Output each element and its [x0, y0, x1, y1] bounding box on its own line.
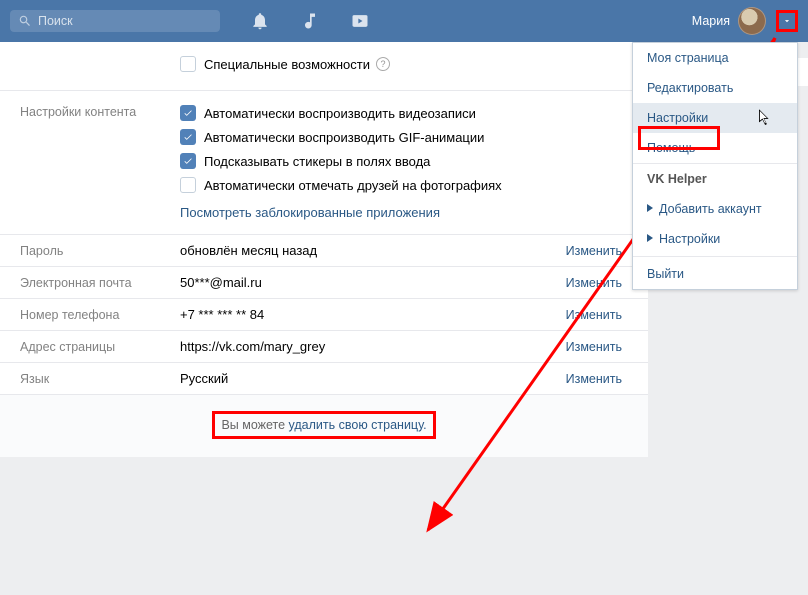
dropdown-help[interactable]: Помощь — [633, 133, 797, 163]
dropdown-add-account-label: Добавить аккаунт — [659, 202, 762, 216]
row-value: Русский — [180, 371, 566, 386]
delete-account-row: Вы можете удалить свою страницу. — [0, 394, 648, 457]
user-dropdown: Моя страница Редактировать Настройки Пом… — [632, 42, 798, 290]
dropdown-helper-title: VK Helper — [633, 163, 797, 194]
settings-row-3: Адрес страницыhttps://vk.com/mary_greyИз… — [0, 331, 648, 362]
content-check-3[interactable]: Автоматически отмечать друзей на фотогра… — [180, 173, 628, 197]
content-check-2[interactable]: Подсказывать стикеры в полях ввода — [180, 149, 628, 173]
avatar — [738, 7, 766, 35]
checkbox-icon — [180, 177, 196, 193]
row-action-link[interactable]: Изменить — [566, 276, 622, 290]
row-value: 50***@mail.ru — [180, 275, 566, 290]
row-value: https://vk.com/mary_grey — [180, 339, 566, 354]
top-icons — [250, 11, 370, 31]
settings-row-2: Номер телефона+7 *** *** ** 84Изменить — [0, 299, 648, 330]
topbar: Мария — [0, 0, 808, 42]
delete-highlight: Вы можете удалить свою страницу. — [212, 411, 435, 439]
dropdown-settings[interactable]: Настройки — [633, 103, 797, 133]
help-icon[interactable]: ? — [376, 57, 390, 71]
settings-row-1: Электронная почта50***@mail.ruИзменить — [0, 267, 648, 298]
checkbox-icon — [180, 56, 196, 72]
dropdown-settings-label: Настройки — [647, 111, 708, 125]
checkbox-icon — [180, 153, 196, 169]
bell-icon[interactable] — [250, 11, 270, 31]
row-label: Язык — [20, 372, 180, 386]
row-action-link[interactable]: Изменить — [566, 244, 622, 258]
dropdown-my-page[interactable]: Моя страница — [633, 43, 797, 73]
row-value: обновлён месяц назад — [180, 243, 566, 258]
check-label: Подсказывать стикеры в полях ввода — [204, 154, 430, 169]
chevron-down-icon — [782, 16, 792, 26]
content-check-1[interactable]: Автоматически воспроизводить GIF-анимаци… — [180, 125, 628, 149]
row-action-link[interactable]: Изменить — [566, 372, 622, 386]
row-value: +7 *** *** ** 84 — [180, 307, 566, 322]
dropdown-add-account[interactable]: Добавить аккаунт — [633, 194, 797, 224]
delete-prefix: Вы можете — [221, 418, 288, 432]
search-input[interactable] — [38, 14, 198, 28]
checkbox-icon — [180, 105, 196, 121]
user-menu-toggle[interactable] — [776, 10, 798, 32]
user-area[interactable]: Мария — [692, 7, 798, 35]
content-check-0[interactable]: Автоматически воспроизводить видеозаписи — [180, 101, 628, 125]
main-column: Специальные возможности ? Настройки конт… — [0, 42, 648, 457]
blocked-apps-link[interactable]: Посмотреть заблокированные приложения — [180, 205, 440, 220]
cursor-icon — [759, 109, 773, 127]
row-action-link[interactable]: Изменить — [566, 308, 622, 322]
dropdown-logout[interactable]: Выйти — [633, 259, 797, 289]
dropdown-edit[interactable]: Редактировать — [633, 73, 797, 103]
username: Мария — [692, 14, 730, 28]
dropdown-helper-settings[interactable]: Настройки — [633, 224, 797, 254]
accessibility-label: Специальные возможности — [204, 57, 370, 72]
accessibility-check[interactable]: Специальные возможности ? — [180, 52, 628, 76]
dropdown-helper-settings-label: Настройки — [659, 232, 720, 246]
check-label: Автоматически воспроизводить видеозаписи — [204, 106, 476, 121]
music-icon[interactable] — [300, 11, 320, 31]
search-icon — [18, 14, 32, 28]
checkbox-icon — [180, 129, 196, 145]
row-action-link[interactable]: Изменить — [566, 340, 622, 354]
row-label: Электронная почта — [20, 276, 180, 290]
row-label: Номер телефона — [20, 308, 180, 322]
content-settings-section: Настройки контента Автоматически воспрои… — [0, 91, 648, 234]
accessibility-section: Специальные возможности ? — [0, 42, 648, 90]
delete-account-link[interactable]: удалить свою страницу. — [289, 418, 427, 432]
content-settings-label: Настройки контента — [20, 101, 180, 220]
row-label: Пароль — [20, 244, 180, 258]
row-label: Адрес страницы — [20, 340, 180, 354]
settings-row-0: Парольобновлён месяц назадИзменить — [0, 235, 648, 266]
check-label: Автоматически воспроизводить GIF-анимаци… — [204, 130, 484, 145]
search-box[interactable] — [10, 10, 220, 32]
check-label: Автоматически отмечать друзей на фотогра… — [204, 178, 502, 193]
settings-row-4: ЯзыкРусскийИзменить — [0, 363, 648, 394]
video-icon[interactable] — [350, 11, 370, 31]
